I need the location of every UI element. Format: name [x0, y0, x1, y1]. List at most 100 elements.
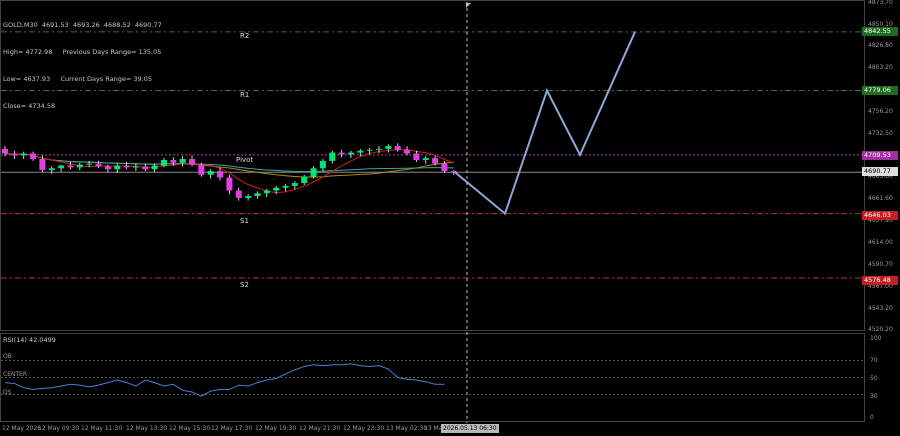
bearish-candle [441, 163, 448, 172]
bullish-candle [376, 148, 382, 150]
s1-label: S1 [240, 217, 249, 225]
price-axis-tick: 4661.60 [868, 195, 893, 203]
price-axis-tick: 4614.00 [868, 239, 893, 247]
bearish-candle [404, 149, 411, 154]
time-axis-label: 13 May 02:30 [386, 425, 428, 432]
bearish-candle [217, 171, 224, 178]
symbol-ohlc: GOLD,M30 4691.53 4693.26 4688.52 4690.77 [3, 21, 162, 29]
bullish-candle [245, 196, 252, 198]
price-axis-tick: 4520.20 [868, 326, 893, 333]
r1-price-tag: 4779.06 [862, 86, 898, 95]
bullish-candle [329, 152, 336, 161]
chart-shift-marker-icon[interactable] [466, 3, 471, 8]
time-axis-label: 12 May 19:30 [255, 425, 297, 432]
bullish-candle [151, 165, 158, 170]
time-axis-label: 12 May 13:30 [126, 425, 168, 432]
bullish-candle [282, 185, 289, 188]
bullish-candle [160, 159, 167, 166]
rsi-tick-70: 70 [870, 357, 878, 364]
bearish-candle [338, 152, 345, 155]
price-axis-tick: 4543.20 [868, 304, 893, 312]
price-axis-tick: 4873.70 [868, 0, 893, 6]
bullish-candle [385, 146, 392, 149]
bearish-candle [413, 153, 420, 160]
symbol-info: GOLD,M30 4691.53 4693.26 4688.52 4690.77… [3, 3, 162, 120]
rsi-os-label: OS [3, 389, 12, 396]
time-axis-label: 13 Ma [424, 425, 443, 432]
bullish-candle [319, 160, 326, 169]
rsi-tick-100: 100 [870, 335, 882, 342]
time-axis-label: 12 May 11:30 [81, 425, 123, 432]
rsi-panel [1, 360, 864, 397]
bearish-candle [30, 153, 37, 160]
pivot-price-tag: 4709.53 [862, 151, 898, 160]
bullish-candle [114, 165, 121, 170]
bullish-candle [132, 166, 139, 168]
bearish-candle [67, 165, 74, 168]
time-axis-label: 12 May 17:30 [211, 425, 253, 432]
bearish-candle [142, 166, 149, 170]
low-range: Low= 4637.93 Current Days Range= 39.05 [3, 75, 153, 83]
bullish-candle [366, 149, 373, 151]
price-axis-tick: 4756.20 [868, 107, 893, 115]
bearish-candle [39, 159, 46, 171]
bullish-candle [291, 183, 298, 186]
bearish-candle [189, 159, 195, 165]
bearish-candle [95, 163, 102, 167]
bearish-candle [2, 148, 8, 154]
bullish-candle [76, 164, 83, 168]
bullish-candle [86, 163, 93, 165]
forecast-path [454, 31, 636, 216]
bullish-candle [48, 168, 55, 171]
bullish-candle [357, 150, 364, 153]
s2-price-tag: 4576.48 [862, 276, 898, 285]
bullish-candle [273, 187, 280, 191]
rsi-tick-0: 0 [870, 414, 874, 421]
bearish-candle [170, 159, 177, 163]
bullish-candle [310, 168, 317, 177]
bearish-candle [123, 165, 130, 168]
bearish-candle [235, 190, 242, 198]
time-axis-label: 12 May 2026 [2, 425, 42, 432]
bullish-candle [20, 153, 27, 156]
rsi-ob-label: OB [3, 353, 12, 360]
bearish-candle [432, 158, 439, 164]
rsi-tick-30: 30 [870, 393, 878, 400]
bullish-candle [422, 158, 429, 160]
rsi-line [4, 363, 445, 397]
bearish-candle [394, 146, 401, 150]
bearish-candle [11, 153, 18, 156]
price-axis-tick: 4826.80 [868, 42, 893, 50]
bearish-candle [198, 164, 205, 175]
bearish-candle [226, 177, 233, 191]
bullish-candle [263, 190, 270, 194]
price-axis-tick: 4732.50 [868, 129, 893, 137]
time-axis-label: 12 May 15:30 [169, 425, 211, 432]
forecast-zigzag-line [454, 31, 636, 216]
bullish-candle [301, 176, 308, 184]
long-moving-average-line [4, 153, 454, 173]
bullish-candle [347, 152, 354, 155]
bullish-candle [254, 193, 261, 197]
rsi-center-label: CENTER [3, 371, 28, 378]
high-range: High= 4772.98 Previous Days Range= 135.0… [3, 48, 162, 56]
rsi-title: RSI(14) 42.0499 [3, 336, 56, 344]
s2-label: S2 [240, 281, 249, 289]
rsi-tick-50: 50 [870, 375, 878, 382]
bullish-candle [207, 171, 214, 175]
bearish-candle [104, 166, 111, 170]
r2-price-tag: 4842.55 [862, 27, 898, 36]
bullish-candle [179, 159, 186, 163]
price-axis-tick: 4590.70 [868, 260, 893, 268]
price-axis-tick: 4803.20 [868, 64, 893, 72]
pivot-label: Pivot [236, 156, 254, 164]
s1-price-tag: 4646.03 [862, 211, 898, 220]
time-axis-label: 12 May 09:30 [38, 425, 80, 432]
current-price-tag: 4690.77 [862, 167, 898, 176]
r2-label: R2 [240, 32, 250, 40]
close-value: Close= 4734.58 [3, 102, 56, 110]
time-axis-label: 12 May 21:30 [299, 425, 341, 432]
bullish-candle [58, 165, 65, 169]
r1-label: R1 [240, 91, 250, 99]
cursor-time-label: 2026.05.13 06:30 [441, 424, 499, 433]
